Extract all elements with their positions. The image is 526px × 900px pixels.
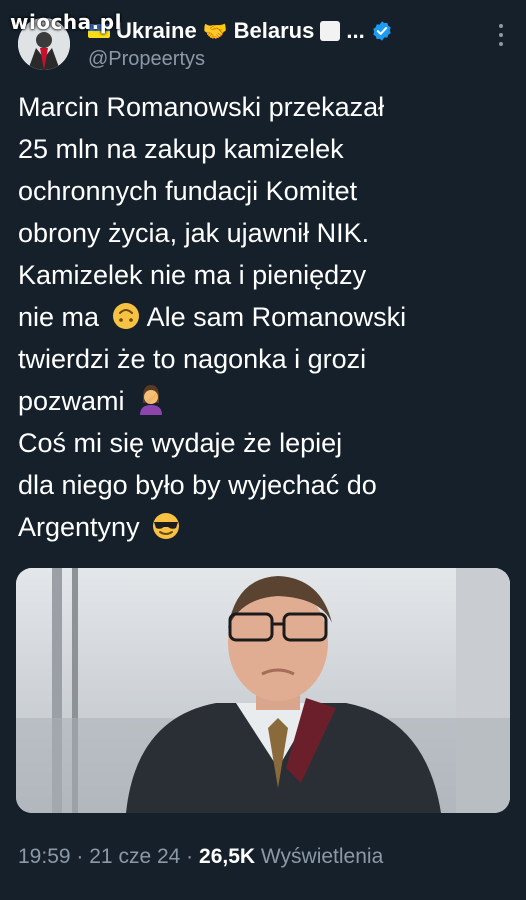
- views-count[interactable]: 26,5K: [199, 845, 255, 868]
- upside-down-face-emoji-icon: [112, 303, 139, 329]
- views-label[interactable]: Wyświetlenia: [261, 845, 383, 868]
- tweet-line: Kamizelek nie ma i pieniędzy: [18, 260, 367, 290]
- handshake-emoji-icon: 🤝: [202, 20, 228, 43]
- tweet-line: twierdzi że to nagonka i grozi: [18, 344, 367, 374]
- author-name-prefix: Ukraine: [116, 18, 197, 43]
- tweet-line-group: pozwami: [18, 380, 508, 422]
- author-name-ellipsis: ...: [346, 18, 365, 43]
- tweet-meta: 19:59 · 21 cze 24 · 26,5K Wyświetlenia: [18, 845, 383, 869]
- tweet-line-part: nie ma: [18, 302, 100, 332]
- author-handle[interactable]: @Propeertys: [88, 48, 205, 71]
- tweet-line: ochronnych fundacji Komitet: [18, 176, 358, 206]
- tweet-line: dla niego było by wyjechać do: [18, 470, 377, 500]
- separator: ·: [76, 845, 84, 868]
- tweet-line: obrony życia, jak ujawnił NIK.: [18, 218, 370, 248]
- separator: ·: [186, 845, 194, 868]
- tweet-line-group: Argentyny: [18, 506, 508, 548]
- watermark: wiocha.pl: [10, 10, 122, 34]
- tweet-line-part: pozwami: [18, 386, 125, 416]
- sunglasses-emoji-icon: [153, 513, 180, 539]
- verified-badge-icon: [372, 21, 391, 41]
- tweet-line-part: Ale sam Romanowski: [146, 302, 407, 332]
- author-name[interactable]: Ukraine 🤝 Belarus ...: [88, 16, 393, 46]
- tweet-date: 21 cze 24: [89, 845, 181, 868]
- tweet-line-group: nie ma Ale sam Romanowski: [18, 296, 508, 338]
- facepalm-emoji-icon: [140, 385, 163, 415]
- white-square-emoji-icon: [320, 21, 341, 41]
- tweet-time: 19:59: [18, 845, 71, 868]
- tweet-text: Marcin Romanowski przekazał 25 mln na za…: [18, 86, 508, 548]
- author-name-suffix: Belarus: [233, 18, 315, 43]
- tweet-line: Marcin Romanowski przekazał: [18, 92, 385, 122]
- tweet-line: 25 mln na zakup kamizelek: [18, 134, 344, 164]
- tweet-line: Coś mi się wydaje że lepiej: [18, 428, 343, 458]
- tweet-photo[interactable]: [16, 568, 510, 813]
- tweet-line-part: Argentyny: [18, 512, 140, 542]
- more-options-icon[interactable]: [498, 24, 504, 46]
